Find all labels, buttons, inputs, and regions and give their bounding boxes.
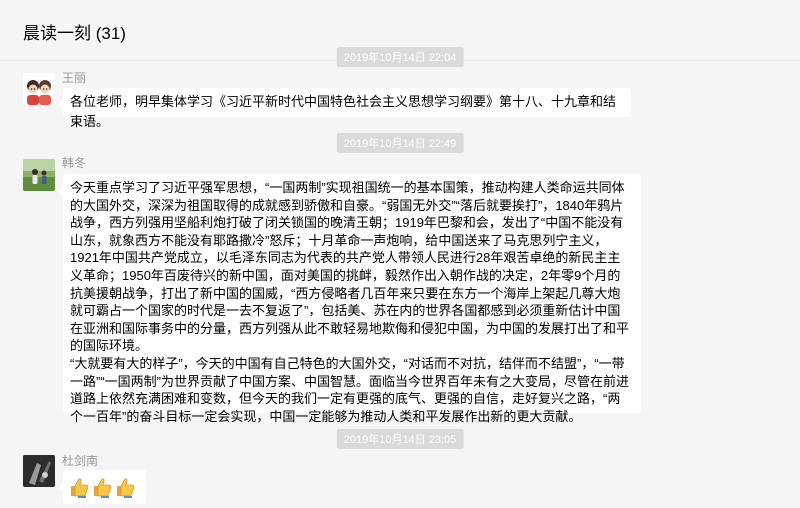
sender-name: 韩冬 (62, 156, 87, 170)
message-paragraph: 今天重点学习了习近平强军思想，“一国两制”实现祖国统一的基本国策，推动构建人类命… (70, 180, 630, 354)
message-bubble[interactable]: 各位老师，明早集体学习《习近平新时代中国特色社会主义思想学习纲要》第十八、十九章… (58, 88, 631, 129)
avatar-image (23, 455, 55, 487)
message-timestamp: 2019年10月14日 22:49 (336, 133, 464, 153)
message-bubble[interactable]: 今天重点学习了习近平强军思想，“一国两制”实现祖国统一的基本国策，推动构建人类命… (58, 174, 641, 424)
thumbs-up-icon (91, 476, 113, 503)
avatar-image (23, 159, 55, 191)
avatar[interactable] (23, 73, 55, 105)
message-paragraph: “大就要有大的样子”，今天的中国有自己特色的大国外交，“对话而不对抗，结伴而不结… (70, 355, 629, 424)
avatar[interactable] (23, 159, 55, 191)
avatar[interactable] (23, 455, 55, 487)
thumbs-up-icon (114, 476, 136, 503)
emoji-row (68, 470, 146, 503)
sender-name: 杜剑南 (62, 454, 99, 468)
message-timestamp: 2019年10月14日 23:05 (336, 429, 464, 449)
thumbs-up-icon (68, 476, 90, 503)
message-text: 各位老师，明早集体学习《习近平新时代中国特色社会主义思想学习纲要》第十八、十九章… (70, 94, 617, 129)
chat-title: 晨读一刻 (31) (23, 24, 126, 43)
avatar-image (23, 73, 55, 105)
sender-name: 王丽 (62, 71, 87, 85)
message-timestamp: 2019年10月14日 22:04 (336, 47, 464, 67)
message-bubble[interactable] (58, 470, 146, 504)
